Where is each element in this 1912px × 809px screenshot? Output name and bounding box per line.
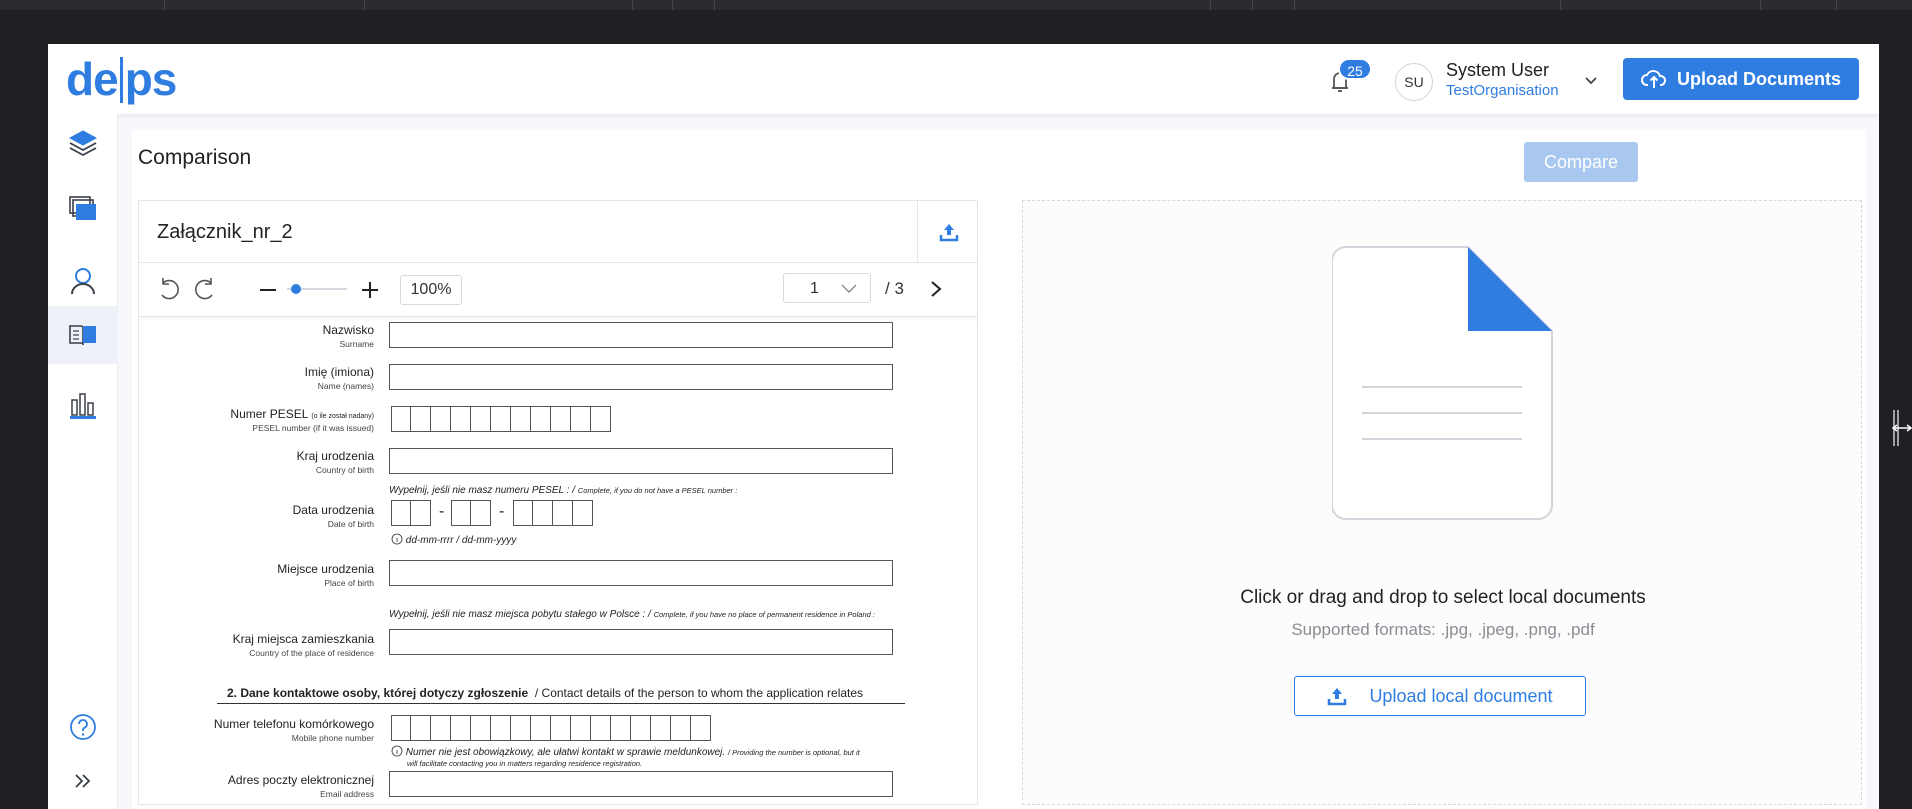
form-label-name: Imię (imiona) Name (names): [304, 365, 374, 391]
document-panel: Załącznik_nr_2 100% 1 / 3 Nazwisko Surna…: [138, 200, 978, 805]
info-icon: [391, 745, 403, 757]
date-separator: -: [499, 503, 505, 520]
sidebar-expand[interactable]: [48, 752, 118, 809]
date-separator: -: [439, 503, 445, 520]
upload-documents-label: Upload Documents: [1676, 68, 1841, 89]
form-label-pesel: Numer PESEL (o ile został nadany) PESEL n…: [230, 407, 374, 433]
dropzone[interactable]: Click or drag and drop to select local d…: [1022, 200, 1862, 805]
form-label-email: Adres poczty elektronicznej Email address: [227, 773, 374, 799]
form-field-dob-month: [451, 500, 491, 526]
bar-chart-icon: [70, 393, 96, 419]
form-field-dob-year: [513, 500, 593, 526]
sidebar-item-help[interactable]: [48, 698, 118, 756]
sidebar-item-layers[interactable]: [48, 114, 118, 172]
form-label-phone: Numer telefonu komórkowego Mobile phone n…: [213, 717, 374, 743]
page-select[interactable]: 1: [783, 273, 871, 303]
dropzone-formats: Supported formats: .jpg, .jpeg, .png, .p…: [1291, 620, 1595, 639]
upload-icon: [939, 224, 958, 242]
expand-icon: [75, 774, 91, 788]
sidebar: [48, 114, 118, 809]
form-note-residence: Wypełnij, jeśli nie masz miejsca pobytu …: [389, 609, 875, 620]
upload-icon: [1328, 688, 1347, 706]
window-top-strip: [0, 0, 1912, 10]
dropzone-title: Click or drag and drop to select local d…: [1240, 587, 1646, 608]
user-icon: [71, 268, 95, 295]
form-field-country: [389, 448, 893, 474]
zoom-slider[interactable]: [285, 281, 349, 297]
form-field-pesel: [391, 406, 611, 432]
compare-button[interactable]: Compare: [1524, 142, 1638, 182]
page-total: / 3: [885, 279, 904, 298]
top-header: de ps 25 SU System User TestOrganisation …: [48, 44, 1879, 114]
form-field-pob: [389, 560, 893, 586]
help-icon: [70, 714, 96, 740]
document-name: Załącznik_nr_2: [157, 221, 293, 243]
form-field-name: [389, 364, 893, 390]
documents-icon: [69, 196, 96, 220]
section-divider: [217, 703, 905, 705]
document-icon: [1332, 246, 1553, 520]
form-label-pob: Miejsce urodzenia Place of birth: [277, 562, 374, 588]
zoom-out-icon[interactable]: [259, 283, 277, 297]
page-title: Comparison: [138, 146, 252, 169]
app-logo[interactable]: de ps: [66, 52, 177, 106]
layers-icon: [68, 130, 98, 157]
rotate-left-icon[interactable]: [155, 275, 181, 303]
replace-document-button[interactable]: [917, 201, 977, 263]
book-icon: [69, 325, 96, 346]
rotate-right-icon[interactable]: [193, 275, 219, 303]
next-page-icon[interactable]: [929, 279, 943, 299]
form-field-email: [389, 771, 893, 797]
page-select-value: 1: [810, 280, 819, 297]
avatar[interactable]: SU: [1395, 63, 1433, 101]
chevron-down-icon: [841, 284, 857, 293]
form-label-residence: Kraj miejsca zamieszkania Country of the …: [232, 632, 374, 658]
upload-local-document-label: Upload local document: [1369, 685, 1553, 706]
form-section-heading: 2. Dane kontaktowe osoby, której dotyczy…: [227, 686, 864, 700]
document-header: Załącznik_nr_2: [139, 201, 977, 263]
upload-documents-button[interactable]: Upload Documents: [1623, 58, 1859, 100]
info-icon: [391, 533, 403, 545]
form-field-dob-day: [391, 500, 431, 526]
form-label-surname: Nazwisko Surname: [322, 323, 374, 349]
user-name[interactable]: System User: [1446, 60, 1549, 81]
form-field-residence: [389, 629, 893, 655]
notification-badge[interactable]: 25: [1338, 58, 1372, 80]
sidebar-item-comparison[interactable]: [48, 306, 118, 364]
user-organisation[interactable]: TestOrganisation: [1446, 82, 1559, 99]
zoom-in-icon[interactable]: [361, 281, 379, 299]
cloud-upload-icon: [1641, 70, 1666, 88]
document-toolbar: 100% 1 / 3: [139, 263, 977, 317]
form-label-country: Kraj urodzenia Country of birth: [296, 449, 374, 475]
upload-local-document-button[interactable]: Upload local document: [1294, 676, 1586, 716]
sidebar-item-users[interactable]: [48, 252, 118, 310]
form-field-surname: [389, 322, 893, 348]
form-label-dob: Data urodzenia Date of birth: [292, 503, 374, 529]
sidebar-item-documents[interactable]: [48, 180, 118, 238]
form-hint-dob: dd-mm-rrrr / dd-mm-yyyy: [391, 533, 516, 546]
app-frame: de ps 25 SU System User TestOrganisation …: [48, 44, 1879, 809]
resize-handle-icon[interactable]: [1890, 408, 1912, 448]
form-note-pesel: Wypełnij, jeśli nie masz numeru PESEL : …: [389, 485, 738, 496]
form-field-phone: [391, 715, 711, 741]
comparison-content: Comparison Compare Załącznik_nr_2 100% 1…: [132, 130, 1866, 809]
zoom-level-field[interactable]: 100%: [400, 275, 462, 305]
chevron-down-icon[interactable]: [1582, 72, 1600, 90]
form-note-phone: Numer nie jest obowiązkowy, ale ułatwi k…: [391, 745, 860, 769]
sidebar-item-statistics[interactable]: [48, 376, 118, 434]
document-page-view[interactable]: Nazwisko Surname Imię (imiona) Name (names…: [139, 317, 977, 804]
